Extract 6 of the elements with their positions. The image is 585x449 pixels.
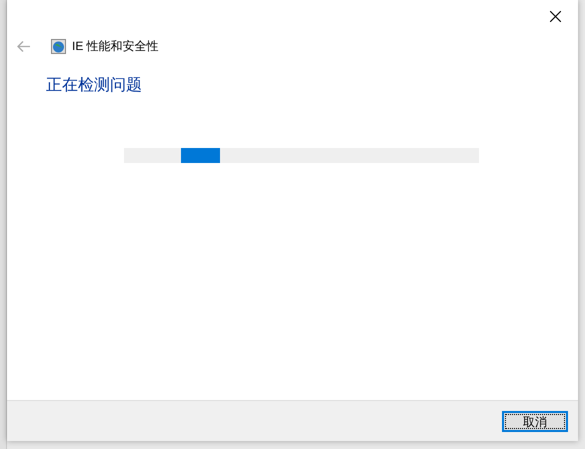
globe-icon (51, 38, 66, 54)
close-icon (550, 10, 560, 22)
cancel-button[interactable]: 取消 (502, 410, 568, 432)
back-arrow-icon (16, 40, 30, 52)
status-heading: 正在检测问题 (46, 77, 142, 94)
window-title: IE 性能和安全性 (72, 38, 159, 55)
